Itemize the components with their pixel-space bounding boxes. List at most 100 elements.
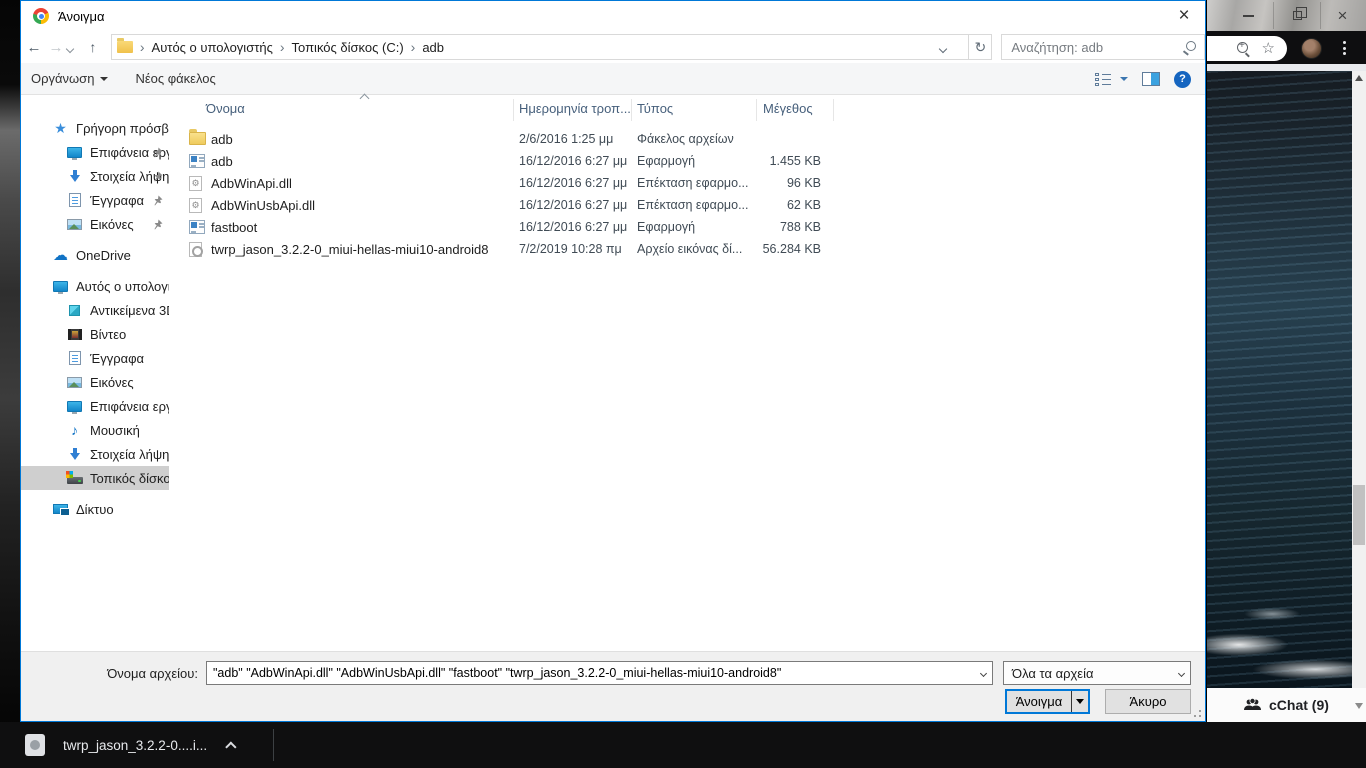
sidebar-item-3d-objects[interactable]: Αντικείμενα 3D: [21, 298, 169, 322]
sidebar-item-desktop-qa[interactable]: Επιφάνεια εργασ: [21, 140, 169, 164]
sidebar-item-quick-access[interactable]: ★ Γρήγορη πρόσβαση: [21, 116, 169, 140]
3d-objects-icon: [66, 304, 83, 316]
sidebar-label: OneDrive: [76, 247, 131, 263]
folder-icon: [189, 129, 206, 145]
help-icon[interactable]: ?: [1174, 70, 1191, 88]
file-type: Εφαρμογή: [637, 154, 696, 168]
breadcrumb-folder[interactable]: adb: [422, 40, 444, 55]
browser-close-button[interactable]: ×: [1319, 0, 1366, 31]
file-name[interactable]: fastboot: [211, 220, 257, 235]
column-header-type[interactable]: Τύπος: [637, 101, 673, 116]
desktop-icon: [66, 146, 83, 160]
sidebar-item-documents[interactable]: Έγγραφα: [21, 346, 169, 370]
chevron-up-icon[interactable]: [225, 741, 237, 753]
page-scrollbar[interactable]: [1352, 71, 1366, 688]
back-button[interactable]: ←: [23, 39, 45, 56]
sidebar-item-desktop[interactable]: Επιφάνεια εργασίας: [21, 394, 169, 418]
file-name[interactable]: AdbWinUsbApi.dll: [211, 198, 315, 213]
sidebar-item-downloads[interactable]: Στοιχεία λήψης: [21, 442, 169, 466]
filename-dropdown-icon[interactable]: [974, 662, 992, 684]
divider: [273, 729, 274, 761]
table-row[interactable]: adb 2/6/2016 1:25 μμ Φάκελος αρχείων: [169, 129, 1205, 151]
background-browser-right: × ☆ cChat (9): [1207, 0, 1366, 768]
background-page-left: [0, 0, 20, 768]
browser-menu-icon[interactable]: [1342, 38, 1346, 58]
browser-minimize-button[interactable]: [1225, 0, 1272, 31]
column-header-name[interactable]: Όνομα: [206, 101, 245, 116]
forward-button[interactable]: →: [45, 39, 67, 56]
scrollbar-thumb[interactable]: [1353, 485, 1365, 545]
open-split-dropdown-icon[interactable]: [1071, 691, 1088, 712]
search-icon[interactable]: [1183, 41, 1196, 54]
chat-bar[interactable]: cChat (9): [1207, 688, 1366, 722]
scrollbar-down-icon[interactable]: [1355, 703, 1363, 709]
pin-icon: [152, 218, 163, 230]
breadcrumb[interactable]: › Αυτός ο υπολογιστής › Τοπικός δίσκος (…: [110, 34, 993, 60]
refresh-icon[interactable]: ↻: [969, 34, 993, 60]
sidebar-label: Εικόνες: [90, 216, 134, 232]
table-row[interactable]: adb 16/12/2016 6:27 μμ Εφαρμογή 1.455 KB: [169, 151, 1205, 173]
downloads-icon: [66, 447, 83, 461]
view-dropdown-icon[interactable]: [1120, 77, 1128, 81]
breadcrumb-drive[interactable]: Τοπικός δίσκος (C:): [292, 40, 404, 55]
scrollbar-up-icon[interactable]: [1355, 75, 1363, 81]
sidebar-item-videos[interactable]: Βίντεο: [21, 322, 169, 346]
file-name[interactable]: adb: [211, 154, 233, 169]
breadcrumb-this-pc[interactable]: Αυτός ο υπολογιστής: [152, 40, 273, 55]
sidebar-label: Μουσική: [90, 422, 140, 438]
file-list: Όνομα Ημερομηνία τροπ... Τύπος Μέγεθος a…: [169, 93, 1205, 651]
up-button[interactable]: ↑: [81, 39, 105, 55]
table-row[interactable]: twrp_jason_3.2.2-0_miui-hellas-miui10-an…: [169, 239, 1205, 261]
filetype-select[interactable]: Όλα τα αρχεία: [1003, 661, 1191, 685]
divider: [513, 99, 514, 121]
dialog-close-button[interactable]: ×: [1169, 3, 1199, 29]
sidebar-item-downloads-qa[interactable]: Στοιχεία λήψης: [21, 164, 169, 188]
application-icon: [189, 220, 205, 234]
details-view-icon[interactable]: [1095, 72, 1112, 86]
sidebar-item-documents-qa[interactable]: Έγγραφα: [21, 188, 169, 212]
open-button[interactable]: Άνοιγμα: [1005, 689, 1090, 714]
column-header-date[interactable]: Ημερομηνία τροπ...: [519, 101, 631, 116]
new-folder-button[interactable]: Νέος φάκελος: [135, 71, 215, 86]
chevron-down-icon: [100, 76, 109, 81]
divider: [631, 99, 632, 121]
this-pc-icon: [52, 280, 69, 294]
filename-label: Όνομα αρχείου:: [107, 666, 198, 681]
file-name[interactable]: AdbWinApi.dll: [211, 176, 292, 191]
table-row[interactable]: fastboot 16/12/2016 6:27 μμ Εφαρμογή 788…: [169, 217, 1205, 239]
sidebar-item-pictures[interactable]: Εικόνες: [21, 370, 169, 394]
browser-restore-button[interactable]: [1274, 0, 1321, 31]
sidebar-item-onedrive[interactable]: ☁ OneDrive: [21, 243, 169, 267]
filename-input[interactable]: [207, 662, 974, 684]
preview-pane-icon[interactable]: [1142, 72, 1160, 86]
table-row[interactable]: AdbWinApi.dll 16/12/2016 6:27 μμ Επέκτασ…: [169, 173, 1205, 195]
table-row[interactable]: AdbWinUsbApi.dll 16/12/2016 6:27 μμ Επέκ…: [169, 195, 1205, 217]
file-size: 1.455 KB: [769, 154, 821, 168]
avatar[interactable]: [1301, 38, 1322, 59]
bookmark-star-icon[interactable]: ☆: [1262, 41, 1275, 56]
browser-titlebar: ×: [1207, 0, 1366, 31]
organize-button[interactable]: Οργάνωση: [31, 71, 109, 86]
cancel-button[interactable]: Άκυρο: [1105, 689, 1191, 714]
sidebar-item-pictures-qa[interactable]: Εικόνες: [21, 212, 169, 236]
sidebar-item-local-disk-c[interactable]: Τοπικός δίσκος (C:): [21, 466, 169, 490]
download-item[interactable]: twrp_jason_3.2.2-0....i...: [20, 722, 237, 768]
file-size: 56.284 KB: [762, 242, 821, 256]
file-name[interactable]: twrp_jason_3.2.2-0_miui-hellas-miui10-an…: [211, 242, 488, 257]
sidebar-item-music[interactable]: ♪ Μουσική: [21, 418, 169, 442]
search-box[interactable]: [1001, 34, 1205, 60]
sidebar-item-this-pc[interactable]: Αυτός ο υπολογιστή: [21, 274, 169, 298]
breadcrumb-separator: ›: [279, 39, 285, 55]
history-dropdown-icon[interactable]: [65, 40, 81, 55]
column-header-size[interactable]: Μέγεθος: [763, 101, 813, 116]
address-dropdown-icon[interactable]: [939, 40, 948, 55]
sidebar-item-network[interactable]: Δίκτυο: [21, 497, 169, 521]
pictures-icon: [66, 376, 83, 388]
open-dialog: Άνοιγμα × ← → ↑ › Αυτός ο υπολογιστής › …: [20, 0, 1206, 722]
breadcrumb-separator: ›: [139, 39, 145, 55]
disc-image-icon: [189, 242, 203, 257]
zoom-icon[interactable]: [1236, 40, 1252, 58]
search-input[interactable]: [1002, 35, 1204, 59]
file-name[interactable]: adb: [211, 132, 233, 147]
resize-grip[interactable]: [1189, 705, 1201, 717]
